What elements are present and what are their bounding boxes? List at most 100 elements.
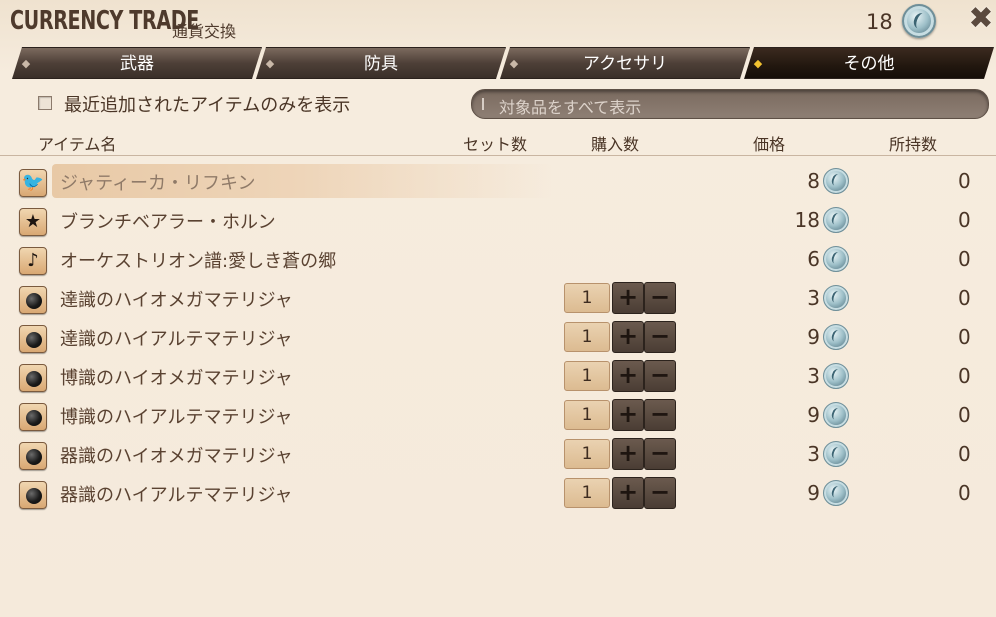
quantity-input[interactable]: 1 <box>564 322 610 352</box>
item-price: 9 <box>807 325 820 349</box>
quantity-input[interactable]: 1 <box>564 478 610 508</box>
item-name: 器識のハイオメガマテリジャ <box>60 446 293 467</box>
column-item-name[interactable]: アイテム名 <box>38 131 116 155</box>
decrease-button[interactable]: − <box>644 282 676 314</box>
item-price: 6 <box>807 247 820 271</box>
currency-coin-icon <box>902 4 936 38</box>
item-owned: 0 <box>958 208 971 232</box>
decrease-button[interactable]: − <box>644 438 676 470</box>
item-owned: 0 <box>958 364 971 388</box>
item-name: 博識のハイアルテマテリジャ <box>60 407 293 428</box>
currency-coin-icon <box>823 441 849 467</box>
currency-coin-icon <box>823 246 849 272</box>
decrease-button[interactable]: − <box>644 321 676 353</box>
tab-weapons[interactable]: ◆ 武器 <box>12 47 262 79</box>
tab-marker-icon: ◆ <box>21 57 31 70</box>
bird-icon: 🐦 <box>19 169 47 197</box>
list-item[interactable]: 博識のハイアルテマテリジャ 1 + − 9 0 <box>0 396 996 435</box>
increase-button[interactable]: + <box>612 438 644 470</box>
materia-orb-icon <box>19 442 47 470</box>
increase-button[interactable]: + <box>612 399 644 431</box>
decrease-button[interactable]: − <box>644 477 676 509</box>
list-item[interactable]: 🐦 ジャティーカ・リフキン 8 0 <box>0 162 996 201</box>
currency-coin-icon <box>823 363 849 389</box>
tab-accessories[interactable]: ◆ アクセサリ <box>500 47 750 79</box>
currency-count: 18 <box>866 10 893 34</box>
materia-orb-icon <box>19 481 47 509</box>
search-placeholder: 対象品をすべて表示 <box>499 98 642 117</box>
list-item[interactable]: 達識のハイアルテマテリジャ 1 + − 9 0 <box>0 318 996 357</box>
currency-coin-icon <box>823 324 849 350</box>
currency-coin-icon <box>823 207 849 233</box>
item-price: 3 <box>807 364 820 388</box>
tab-label: その他 <box>843 54 895 74</box>
tab-armor[interactable]: ◆ 防具 <box>256 47 506 79</box>
item-price: 9 <box>807 481 820 505</box>
currency-trade-window: CURRENCY TRADE 通貨交換 18 ✖ ◆ 武器 ◆ 防具 ◆ アクセサリ … <box>0 0 996 617</box>
quantity-input[interactable]: 1 <box>564 283 610 313</box>
item-name: 博識のハイオメガマテリジャ <box>60 368 293 389</box>
tab-marker-icon: ◆ <box>265 57 275 70</box>
tab-marker-icon: ◆ <box>509 57 519 70</box>
item-owned: 0 <box>958 403 971 427</box>
tab-marker-icon: ◆ <box>753 57 763 70</box>
quantity-input[interactable]: 1 <box>564 361 610 391</box>
music-note-icon: ♪ <box>19 247 47 275</box>
list-item[interactable]: ♪ オーケストリオン譜:愛しき蒼の郷 6 0 <box>0 240 996 279</box>
tab-other[interactable]: ◆ その他 <box>744 47 994 79</box>
currency-coin-icon <box>823 480 849 506</box>
item-price: 3 <box>807 442 820 466</box>
list-item[interactable]: ★ ブランチベアラー・ホルン 18 0 <box>0 201 996 240</box>
item-owned: 0 <box>958 169 971 193</box>
materia-orb-icon <box>19 364 47 392</box>
column-buy-count: 購入数 <box>591 135 640 154</box>
title-bar: CURRENCY TRADE 通貨交換 18 ✖ <box>0 0 996 44</box>
item-owned: 0 <box>958 442 971 466</box>
materia-orb-icon <box>19 325 47 353</box>
item-name: ブランチベアラー・ホルン <box>60 212 276 233</box>
window-title: CURRENCY TRADE <box>10 6 199 36</box>
decrease-button[interactable]: − <box>644 360 676 392</box>
category-tabs: ◆ 武器 ◆ 防具 ◆ アクセサリ ◆ その他 <box>12 47 994 81</box>
column-set-count: セット数 <box>463 135 528 154</box>
materia-orb-icon <box>19 286 47 314</box>
item-owned: 0 <box>958 325 971 349</box>
tab-label: アクセサリ <box>582 54 668 74</box>
window-subtitle: 通貨交換 <box>172 22 237 41</box>
materia-orb-icon <box>19 403 47 431</box>
filter-row: 最近追加されたアイテムのみを表示 対象品をすべて表示 <box>0 88 996 120</box>
item-owned: 0 <box>958 247 971 271</box>
column-price[interactable]: 価格 <box>753 131 785 155</box>
item-name: 器識のハイアルテマテリジャ <box>60 485 293 506</box>
currency-coin-icon <box>823 402 849 428</box>
column-header: アイテム名 セット数 購入数 価格 所持数 <box>0 128 996 156</box>
quantity-input[interactable]: 1 <box>564 439 610 469</box>
list-item[interactable]: 達識のハイオメガマテリジャ 1 + − 3 0 <box>0 279 996 318</box>
increase-button[interactable]: + <box>612 360 644 392</box>
list-item[interactable]: 博識のハイオメガマテリジャ 1 + − 3 0 <box>0 357 996 396</box>
quantity-input[interactable]: 1 <box>564 400 610 430</box>
item-price: 18 <box>794 208 820 232</box>
list-item[interactable]: 器識のハイアルテマテリジャ 1 + − 9 0 <box>0 474 996 513</box>
increase-button[interactable]: + <box>612 282 644 314</box>
item-name: ジャティーカ・リフキン <box>60 173 256 194</box>
recent-only-checkbox[interactable] <box>38 96 52 110</box>
search-input[interactable]: 対象品をすべて表示 <box>471 89 989 119</box>
tab-label: 武器 <box>120 54 154 74</box>
item-owned: 0 <box>958 481 971 505</box>
currency-coin-icon <box>823 168 849 194</box>
decrease-button[interactable]: − <box>644 399 676 431</box>
increase-button[interactable]: + <box>612 477 644 509</box>
currency-coin-icon <box>823 285 849 311</box>
item-price: 3 <box>807 286 820 310</box>
list-item[interactable]: 器識のハイオメガマテリジャ 1 + − 3 0 <box>0 435 996 474</box>
increase-button[interactable]: + <box>612 321 644 353</box>
item-price: 8 <box>807 169 820 193</box>
star-icon: ★ <box>19 208 47 236</box>
column-owned: 所持数 <box>889 135 938 154</box>
item-name: 達識のハイアルテマテリジャ <box>60 329 293 350</box>
item-name: 達識のハイオメガマテリジャ <box>60 290 293 311</box>
settings-icon[interactable]: ✖ <box>966 4 996 34</box>
item-name: オーケストリオン譜:愛しき蒼の郷 <box>60 251 337 272</box>
tab-label: 防具 <box>364 54 398 74</box>
